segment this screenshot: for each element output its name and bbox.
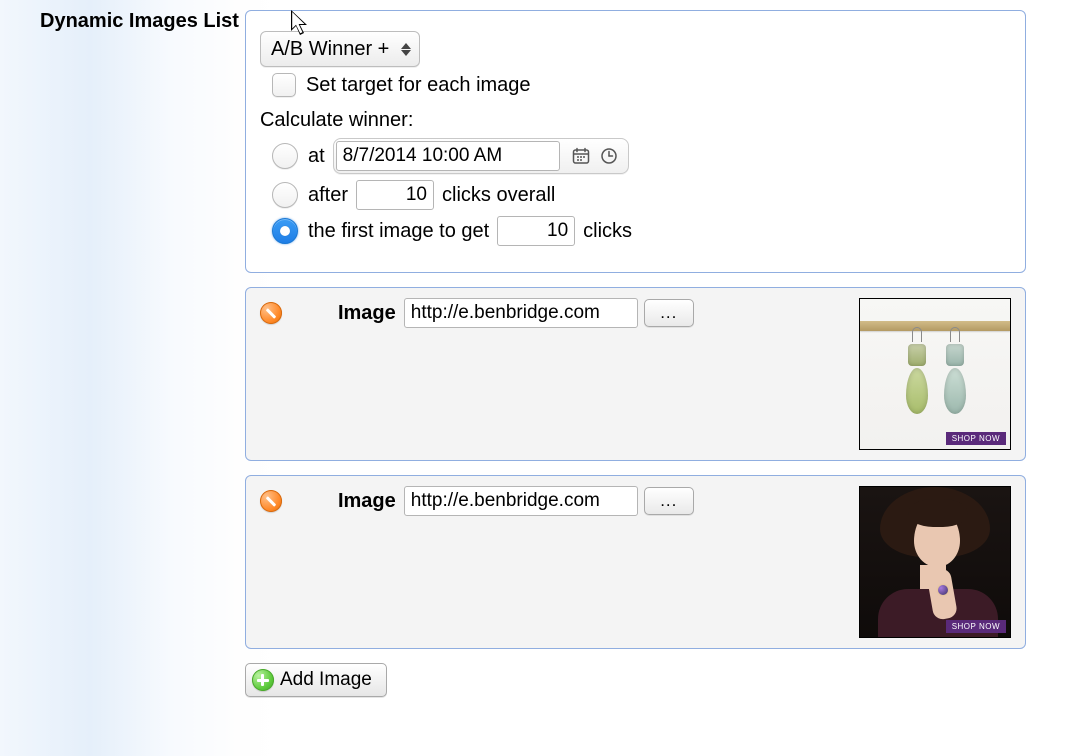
first-suffix: clicks [583, 220, 632, 243]
image-panel-2: Image ... SHOP NOW [245, 475, 1026, 649]
mode-select-value: A/B Winner + [271, 38, 389, 61]
add-image-button[interactable]: Add Image [245, 663, 387, 697]
after-suffix: clicks overall [442, 184, 555, 207]
radio-after-label: after [308, 184, 348, 207]
calculate-winner-label: Calculate winner: [260, 109, 413, 132]
browse-button-2[interactable]: ... [644, 487, 694, 515]
thumb-cta-2: SHOP NOW [946, 620, 1006, 633]
datetime-input[interactable] [336, 141, 560, 171]
after-count-input[interactable] [356, 180, 434, 210]
first-count-input[interactable] [497, 216, 575, 246]
mode-select[interactable]: A/B Winner + [260, 31, 420, 67]
config-panel: A/B Winner + Set target for each image C… [245, 10, 1026, 273]
disable-icon[interactable] [260, 490, 282, 512]
image-label: Image [338, 490, 396, 513]
browse-button-1[interactable]: ... [644, 299, 694, 327]
radio-first-prefix: the first image to get [308, 220, 489, 243]
chevron-updown-icon [401, 42, 411, 56]
datetime-group [333, 138, 629, 174]
image-panel-1: Image ... SHOP NOW [245, 287, 1026, 461]
disable-icon[interactable] [260, 302, 282, 324]
radio-first[interactable] [272, 218, 298, 244]
plus-icon [252, 669, 274, 691]
clock-icon[interactable] [596, 143, 622, 169]
calendar-icon[interactable] [568, 143, 594, 169]
image-thumbnail-2[interactable]: SHOP NOW [859, 486, 1011, 638]
add-image-label: Add Image [280, 669, 372, 691]
set-target-checkbox[interactable] [272, 73, 296, 97]
image-label: Image [338, 302, 396, 325]
image-url-input-1[interactable] [404, 298, 638, 328]
image-thumbnail-1[interactable]: SHOP NOW [859, 298, 1011, 450]
radio-at-label: at [308, 145, 325, 168]
section-title: Dynamic Images List [40, 10, 245, 33]
set-target-label: Set target for each image [306, 74, 531, 97]
radio-at[interactable] [272, 143, 298, 169]
thumb-cta-1: SHOP NOW [946, 432, 1006, 445]
image-url-input-2[interactable] [404, 486, 638, 516]
radio-after[interactable] [272, 182, 298, 208]
